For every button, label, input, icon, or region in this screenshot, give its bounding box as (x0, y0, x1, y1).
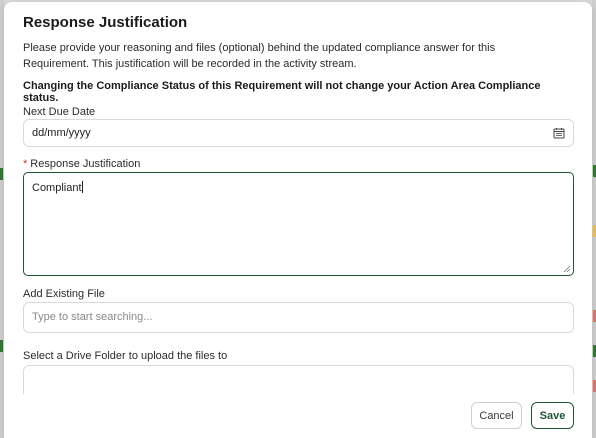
next-due-date-value: dd/mm/yyyy (32, 127, 91, 139)
existing-file-search-field[interactable] (23, 302, 574, 333)
response-justification-dialog: Response Justification Please provide yo… (4, 2, 592, 438)
background-app-right (592, 0, 596, 438)
dialog-title: Response Justification (23, 14, 188, 31)
response-justification-value: Compliant (32, 181, 83, 194)
next-due-date-field[interactable]: dd/mm/yyyy (23, 119, 574, 147)
required-marker: * (23, 158, 28, 170)
dialog-warning-text: Changing the Compliance Status of this R… (23, 80, 541, 104)
save-button[interactable]: Save (531, 402, 574, 429)
response-justification-label-text: Response Justification (30, 158, 141, 170)
calendar-icon[interactable] (553, 127, 565, 139)
add-existing-file-label: Add Existing File (23, 288, 105, 300)
background-marker (0, 168, 3, 180)
drive-folder-select[interactable] (23, 365, 574, 394)
cancel-button[interactable]: Cancel (471, 402, 522, 429)
dialog-intro-text: Please provide your reasoning and files … (23, 42, 496, 70)
background-marker (0, 340, 3, 352)
drive-folder-label: Select a Drive Folder to upload the file… (23, 350, 228, 362)
response-justification-textarea[interactable]: Compliant (23, 172, 574, 276)
existing-file-search-input[interactable] (32, 311, 552, 323)
response-justification-label: * Response Justification (23, 158, 140, 170)
resize-handle-icon[interactable] (563, 265, 571, 273)
next-due-date-label: Next Due Date (23, 106, 96, 118)
